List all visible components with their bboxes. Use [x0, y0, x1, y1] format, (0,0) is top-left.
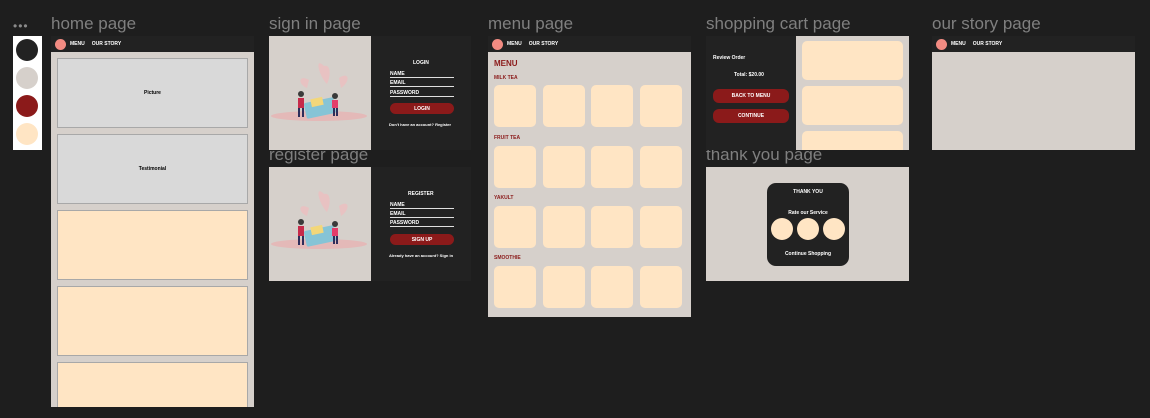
nav-menu-link[interactable]: MENU [70, 41, 85, 47]
frame-label-sign-in: sign in page [269, 14, 361, 33]
menu-item[interactable] [543, 266, 585, 308]
register-prompt[interactable]: Don't have an account? Register [389, 122, 451, 127]
continue-button[interactable]: CONTINUE [713, 109, 789, 123]
logo-icon[interactable] [492, 38, 503, 50]
menu-item[interactable] [543, 206, 585, 248]
menu-title: MENU [494, 59, 518, 68]
frame-label-menu: menu page [488, 14, 574, 33]
back-to-menu-button[interactable]: BACK TO MENU [713, 89, 789, 103]
menu-item[interactable] [591, 146, 633, 188]
nav-our-story-link[interactable]: OUR STORY [973, 41, 1002, 47]
menu-item[interactable] [640, 206, 682, 248]
rating-option[interactable] [797, 218, 819, 240]
people-illustration [271, 191, 367, 249]
login-title: LOGIN [413, 60, 429, 66]
menu-page-frame[interactable]: MENU OUR STORY MENU MILK TEA FRUIT TEA Y… [488, 36, 691, 317]
swatch-red [16, 95, 38, 117]
navbar: MENU OUR STORY [488, 36, 691, 52]
cart-item[interactable] [802, 131, 903, 150]
section-milk-tea: MILK TEA [494, 75, 518, 81]
order-total: Total: $20.00 [734, 72, 764, 78]
thank-you-page-frame[interactable]: THANK YOU Rate our Service Continue Shop… [706, 167, 909, 281]
name-field[interactable] [390, 208, 454, 209]
our-story-page-frame[interactable]: MENU OUR STORY [932, 36, 1135, 150]
nav-menu-link[interactable]: MENU [951, 41, 966, 47]
menu-item[interactable] [591, 206, 633, 248]
logo-icon[interactable] [936, 38, 947, 50]
cart-item[interactable] [802, 41, 903, 80]
review-order-heading: Review Order [713, 55, 746, 61]
nav-menu-link[interactable]: MENU [507, 41, 522, 47]
more-icon[interactable]: ••• [13, 20, 29, 32]
continue-shopping-link[interactable]: Continue Shopping [767, 251, 849, 257]
menu-item[interactable] [494, 266, 536, 308]
menu-item[interactable] [543, 146, 585, 188]
illustration [269, 36, 371, 150]
section-yakult: YAKULT [494, 195, 514, 201]
nav-our-story-link[interactable]: OUR STORY [529, 41, 558, 47]
frame-label-our-story: our story page [932, 14, 1041, 33]
password-field[interactable] [390, 96, 454, 97]
menu-item[interactable] [640, 146, 682, 188]
rating-option[interactable] [823, 218, 845, 240]
email-field[interactable] [390, 86, 454, 87]
menu-item[interactable] [494, 85, 536, 127]
frame-label-cart: shopping cart page [706, 14, 851, 33]
password-field[interactable] [390, 226, 454, 227]
nav-our-story-link[interactable]: OUR STORY [92, 41, 121, 47]
section-fruit-tea: FRUIT TEA [494, 135, 521, 141]
content-block [57, 362, 248, 407]
menu-item[interactable] [640, 85, 682, 127]
content-block [57, 210, 248, 280]
menu-item[interactable] [640, 266, 682, 308]
home-page-frame[interactable]: MENU OUR STORY Picture Testimonial [51, 36, 254, 407]
menu-item[interactable] [494, 206, 536, 248]
cart-page-frame[interactable]: Review Order Total: $20.00 BACK TO MENU … [706, 36, 909, 150]
thank-you-card: THANK YOU Rate our Service Continue Shop… [767, 183, 849, 266]
login-button[interactable]: LOGIN [390, 103, 454, 114]
content-block [57, 286, 248, 356]
menu-item[interactable] [591, 85, 633, 127]
picture-label: Picture [144, 90, 161, 96]
illustration [269, 167, 371, 281]
email-field[interactable] [390, 217, 454, 218]
swatch-dark [16, 39, 38, 61]
menu-item[interactable] [591, 266, 633, 308]
picture-placeholder: Picture [57, 58, 248, 128]
register-page-frame[interactable]: REGISTER NAME EMAIL PASSWORD SIGN UP Alr… [269, 167, 471, 281]
name-field[interactable] [390, 77, 454, 78]
sign-in-prompt[interactable]: Already have an account? Sign in [389, 253, 453, 258]
menu-item[interactable] [543, 85, 585, 127]
people-illustration [271, 63, 367, 121]
sign-up-button[interactable]: SIGN UP [390, 234, 454, 245]
swatch-gray [16, 67, 38, 89]
rate-service-label: Rate our Service [788, 210, 828, 216]
sign-in-page-frame[interactable]: LOGIN NAME EMAIL PASSWORD LOGIN Don't ha… [269, 36, 471, 150]
register-title: REGISTER [408, 191, 434, 197]
color-palette [13, 36, 42, 150]
navbar: MENU OUR STORY [51, 36, 254, 52]
thank-you-title: THANK YOU [793, 189, 823, 195]
logo-icon[interactable] [55, 38, 66, 50]
testimonial-label: Testimonial [138, 166, 167, 172]
swatch-cream [16, 123, 38, 145]
testimonial-placeholder: Testimonial [57, 134, 248, 204]
menu-item[interactable] [494, 146, 536, 188]
section-smoothie: SMOOTHIE [494, 255, 521, 261]
cart-item[interactable] [802, 86, 903, 125]
cart-items-panel [796, 36, 909, 150]
rating-option[interactable] [771, 218, 793, 240]
frame-label-home: home page [51, 14, 137, 33]
navbar: MENU OUR STORY [932, 36, 1135, 52]
